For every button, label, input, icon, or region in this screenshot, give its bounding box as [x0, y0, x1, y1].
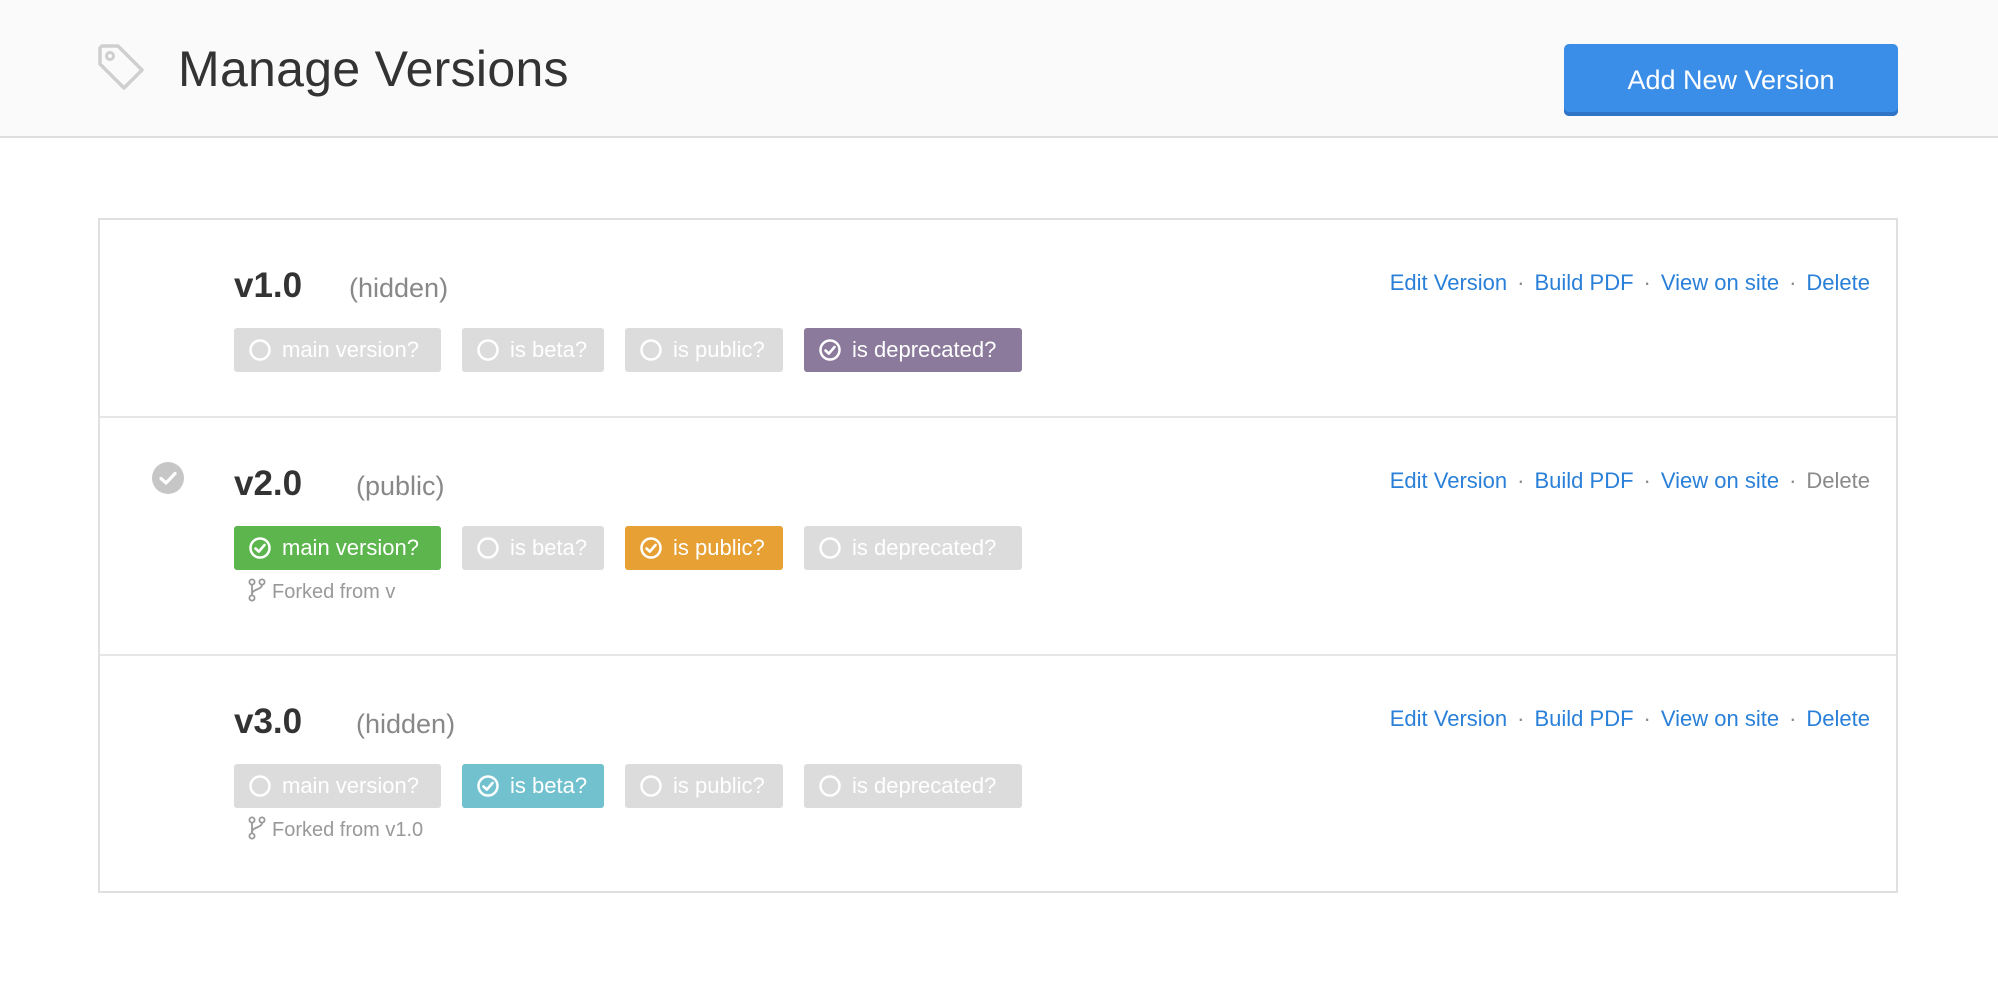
- forked-from-label: Forked from v1.0: [272, 819, 424, 841]
- toggle-label: is beta?: [510, 337, 588, 362]
- build-pdf-link[interactable]: Build PDF: [1534, 468, 1633, 493]
- toggle-label: is deprecated?: [852, 337, 997, 362]
- is-public-toggle[interactable]: is public?: [625, 764, 783, 808]
- delete-link[interactable]: Delete: [1806, 270, 1870, 295]
- check-circle-icon: [640, 537, 662, 559]
- main-version-toggle[interactable]: main version?: [234, 764, 441, 808]
- page-header: Manage Versions Add New Version: [0, 0, 1998, 138]
- version-row: v3.0 (hidden) Edit Version · Build PDF · Vie…: [100, 656, 1896, 893]
- circle-icon: [249, 775, 271, 797]
- versions-list: v1.0 (hidden) Edit Version · Build PDF · Vie…: [98, 218, 1898, 893]
- is-public-toggle[interactable]: is public?: [625, 526, 783, 570]
- edit-version-link[interactable]: Edit Version: [1390, 468, 1507, 493]
- version-actions: Edit Version · Build PDF · View on site · Dele…: [1390, 466, 1870, 496]
- action-separator: ·: [1517, 270, 1525, 295]
- version-visibility: (hidden): [356, 709, 456, 739]
- version-row: v1.0 (hidden) Edit Version · Build PDF · Vie…: [100, 220, 1896, 418]
- circle-icon: [477, 537, 499, 559]
- main-version-toggle[interactable]: main version?: [234, 328, 441, 372]
- build-pdf-link[interactable]: Build PDF: [1534, 706, 1633, 731]
- is-beta-toggle[interactable]: is beta?: [462, 328, 604, 372]
- check-circle-icon: [819, 339, 841, 361]
- edit-version-link[interactable]: Edit Version: [1390, 706, 1507, 731]
- version-toggles: main version? is beta? is public? is deprec…: [234, 764, 1043, 808]
- is-deprecated-toggle[interactable]: is deprecated?: [804, 328, 1022, 372]
- action-separator: ·: [1643, 270, 1651, 295]
- branch-icon: [248, 816, 266, 840]
- toggle-label: is beta?: [510, 773, 588, 798]
- action-separator: ·: [1789, 468, 1797, 493]
- build-pdf-link[interactable]: Build PDF: [1534, 270, 1633, 295]
- view-on-site-link[interactable]: View on site: [1661, 270, 1779, 295]
- toggle-label: main version?: [282, 337, 419, 362]
- version-actions: Edit Version · Build PDF · View on site · Dele…: [1390, 704, 1870, 734]
- action-separator: ·: [1517, 706, 1525, 731]
- toggle-label: is deprecated?: [852, 773, 997, 798]
- toggle-label: is public?: [673, 337, 765, 362]
- action-separator: ·: [1643, 706, 1651, 731]
- main-version-check-icon: [152, 462, 184, 494]
- check-circle-icon: [249, 537, 271, 559]
- toggle-label: main version?: [282, 535, 419, 560]
- action-separator: ·: [1517, 468, 1525, 493]
- delete-link[interactable]: Delete: [1806, 468, 1870, 493]
- main-version-toggle[interactable]: main version?: [234, 526, 441, 570]
- action-separator: ·: [1789, 706, 1797, 731]
- toggle-label: is public?: [673, 773, 765, 798]
- is-beta-toggle[interactable]: is beta?: [462, 526, 604, 570]
- action-separator: ·: [1643, 468, 1651, 493]
- circle-icon: [477, 339, 499, 361]
- version-visibility: (public): [356, 471, 445, 501]
- toggle-label: is public?: [673, 535, 765, 560]
- delete-link[interactable]: Delete: [1806, 706, 1870, 731]
- version-name: v2.0: [234, 464, 303, 503]
- forked-from-label: Forked from v: [272, 581, 396, 603]
- is-public-toggle[interactable]: is public?: [625, 328, 783, 372]
- page-title: Manage Versions: [178, 41, 569, 97]
- forked-from: Forked from v1.0: [248, 816, 423, 843]
- circle-icon: [640, 775, 662, 797]
- version-name: v3.0: [234, 702, 303, 741]
- circle-icon: [819, 775, 841, 797]
- circle-icon: [640, 339, 662, 361]
- forked-from: Forked from v: [248, 578, 395, 605]
- tag-icon: [98, 44, 144, 90]
- version-name: v1.0: [234, 266, 303, 305]
- version-actions: Edit Version · Build PDF · View on site · Dele…: [1390, 268, 1870, 298]
- edit-version-link[interactable]: Edit Version: [1390, 270, 1507, 295]
- circle-icon: [819, 537, 841, 559]
- version-visibility: (hidden): [349, 273, 449, 303]
- branch-icon: [248, 578, 266, 602]
- is-deprecated-toggle[interactable]: is deprecated?: [804, 526, 1022, 570]
- action-separator: ·: [1789, 270, 1797, 295]
- check-circle-icon: [477, 775, 499, 797]
- version-row: v2.0 (public) Edit Version · Build PDF · Vie…: [100, 418, 1896, 656]
- add-new-version-button[interactable]: Add New Version: [1564, 44, 1898, 116]
- version-toggles: main version? is beta? is public? is deprec…: [234, 526, 1043, 570]
- toggle-label: is deprecated?: [852, 535, 997, 560]
- is-beta-toggle[interactable]: is beta?: [462, 764, 604, 808]
- view-on-site-link[interactable]: View on site: [1661, 706, 1779, 731]
- toggle-label: main version?: [282, 773, 419, 798]
- view-on-site-link[interactable]: View on site: [1661, 468, 1779, 493]
- version-toggles: main version? is beta? is public? is deprec…: [234, 328, 1043, 372]
- toggle-label: is beta?: [510, 535, 588, 560]
- circle-icon: [249, 339, 271, 361]
- is-deprecated-toggle[interactable]: is deprecated?: [804, 764, 1022, 808]
